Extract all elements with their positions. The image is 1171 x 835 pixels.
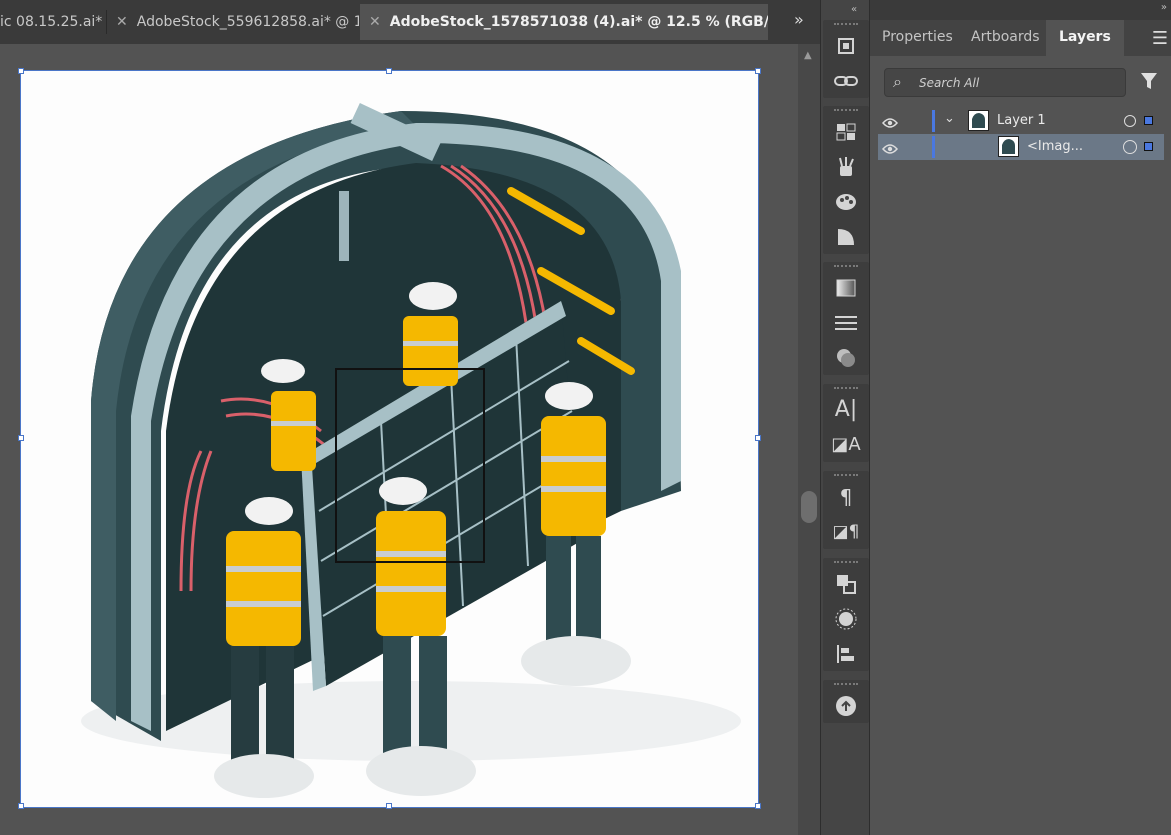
target-circle-icon[interactable] xyxy=(1123,140,1137,154)
expand-chevron-icon[interactable]: ⌄ xyxy=(944,111,955,126)
layer-name[interactable]: <Imag... xyxy=(1027,139,1083,154)
target-circle-icon[interactable] xyxy=(1124,115,1136,127)
selection-indicator[interactable] xyxy=(1144,142,1153,151)
bounding-box-handle[interactable] xyxy=(18,68,24,74)
document-tab[interactable]: ✕ AdobeStock_559612858.ai* @ 1... xyxy=(107,4,359,40)
panel-icon-strip: « A| ◪A ¶ ◪¶ xyxy=(820,0,870,835)
swatch-library-icon[interactable] xyxy=(823,114,869,149)
bounding-box-handle[interactable] xyxy=(386,68,392,74)
bounding-box-handle[interactable] xyxy=(18,435,24,441)
panel-header-bar: » xyxy=(870,0,1171,20)
collapse-icon[interactable]: » xyxy=(1161,2,1167,13)
align-icon[interactable] xyxy=(823,636,869,671)
paragraph-icon[interactable]: ¶ xyxy=(823,479,869,514)
appearance-icon[interactable] xyxy=(823,601,869,636)
tool-group xyxy=(823,20,869,98)
paragraph-styles-icon[interactable]: ◪¶ xyxy=(823,514,869,549)
panel-menu-icon[interactable]: ☰ xyxy=(1152,28,1168,49)
search-icon: ⌕ xyxy=(893,72,902,91)
gradient-swatch-icon[interactable] xyxy=(823,219,869,254)
tab-properties[interactable]: Properties xyxy=(882,20,953,56)
document-tab-active[interactable]: ✕ AdobeStock_1578571038 (4).ai* @ 12.5 %… xyxy=(360,4,768,40)
close-tab-icon[interactable]: ✕ xyxy=(369,14,381,30)
panel-tab-bar: Properties Artboards Layers ☰ xyxy=(870,20,1171,56)
gradient-icon[interactable] xyxy=(823,270,869,305)
document-tab[interactable]: ic 08.15.25.ai* xyxy=(0,4,106,40)
brushes-icon[interactable] xyxy=(823,149,869,184)
layer-search-input[interactable] xyxy=(919,74,1119,92)
canvas-area[interactable] xyxy=(0,44,798,835)
bounding-box-handle[interactable] xyxy=(755,803,761,809)
tool-group xyxy=(823,106,869,254)
visibility-eye-icon[interactable] xyxy=(882,114,898,128)
tab-layers[interactable]: Layers xyxy=(1046,20,1124,56)
document-tab-title: AdobeStock_1578571038 (4).ai* @ 12.5 % (… xyxy=(389,14,768,30)
navigator-view-box[interactable] xyxy=(335,368,485,563)
tool-group xyxy=(823,680,869,723)
color-palette-icon[interactable] xyxy=(823,184,869,219)
transparency-icon[interactable] xyxy=(823,340,869,375)
bounding-box-handle[interactable] xyxy=(386,803,392,809)
layer-row[interactable]: ⌄ Layer 1 xyxy=(878,108,1164,134)
layer-search-box: ⌕ xyxy=(884,68,1126,97)
bounding-box-handle[interactable] xyxy=(755,435,761,441)
layers-panel: » Properties Artboards Layers ☰ ⌕ ⌄ Laye… xyxy=(870,0,1171,835)
layer-color-bar xyxy=(932,110,935,132)
document-tab-title: ic 08.15.25.ai* xyxy=(0,14,103,30)
vertical-scrollbar[interactable]: ▲ xyxy=(798,44,820,835)
asset-export-icon[interactable] xyxy=(823,688,869,723)
filter-icon[interactable] xyxy=(1140,72,1158,94)
pathfinder-icon[interactable] xyxy=(823,566,869,601)
bounding-box-handle[interactable] xyxy=(18,803,24,809)
tab-overflow-chevron-icon[interactable]: » xyxy=(794,10,804,29)
stroke-icon[interactable] xyxy=(823,305,869,340)
layer-color-bar xyxy=(932,136,935,158)
scrollbar-thumb[interactable] xyxy=(801,491,817,523)
document-tab-title: AdobeStock_559612858.ai* @ 1... xyxy=(136,14,359,30)
layer-thumbnail xyxy=(998,136,1019,157)
tool-group: A| ◪A xyxy=(823,384,869,462)
document-tab-bar: ic 08.15.25.ai* ✕ AdobeStock_559612858.a… xyxy=(0,0,820,44)
tab-artboards[interactable]: Artboards xyxy=(971,20,1040,56)
character-styles-icon[interactable]: ◪A xyxy=(823,427,869,462)
scroll-up-icon[interactable]: ▲ xyxy=(804,50,812,61)
layer-row-selected[interactable]: <Imag... xyxy=(878,134,1164,160)
collapse-icon[interactable]: « xyxy=(851,4,857,15)
selection-indicator[interactable] xyxy=(1144,116,1153,125)
bounding-box-handle[interactable] xyxy=(755,68,761,74)
visibility-eye-icon[interactable] xyxy=(882,140,898,154)
tool-group xyxy=(823,558,869,671)
artboard[interactable] xyxy=(20,70,759,808)
links-icon[interactable] xyxy=(823,63,869,98)
layer-thumbnail xyxy=(968,110,989,131)
artboard-icon[interactable] xyxy=(823,28,869,63)
character-icon[interactable]: A| xyxy=(823,392,869,427)
illustrator-window: ic 08.15.25.ai* ✕ AdobeStock_559612858.a… xyxy=(0,0,1171,835)
tool-group: ¶ ◪¶ xyxy=(823,471,869,549)
close-tab-icon[interactable]: ✕ xyxy=(116,14,128,30)
tool-group xyxy=(823,262,869,375)
layer-name[interactable]: Layer 1 xyxy=(997,113,1046,128)
